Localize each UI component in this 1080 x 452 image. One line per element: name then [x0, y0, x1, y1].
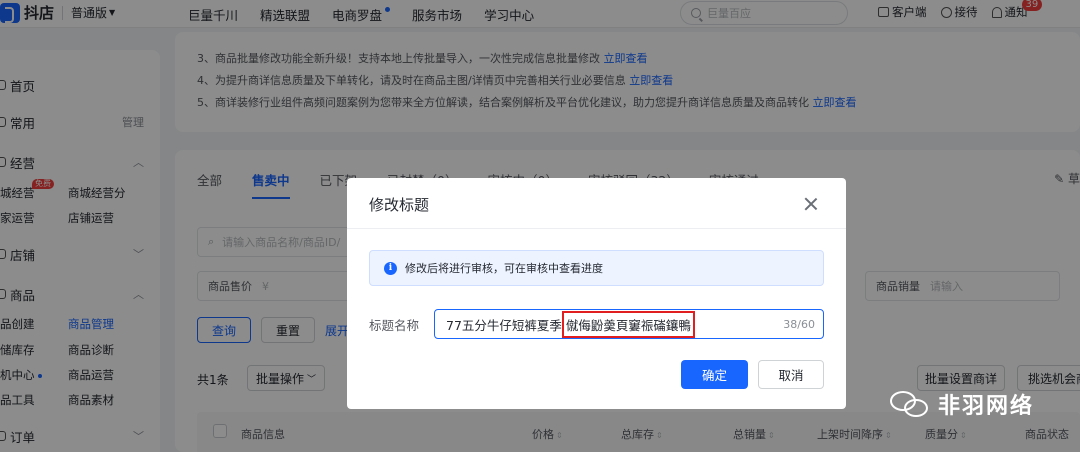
info-text: 修改后将进行审核，可在审核中查看进度	[405, 262, 603, 275]
cancel-button[interactable]: 取消	[758, 360, 824, 389]
watermark-text: 非羽网络	[938, 394, 1035, 419]
close-icon[interactable]	[803, 196, 819, 212]
edit-title-dialog: 修改标题 i 修改后将进行审核，可在审核中查看进度 标题名称 77五分牛仔短裤夏…	[347, 178, 846, 409]
confirm-button[interactable]: 确定	[681, 360, 748, 389]
info-icon: i	[384, 261, 397, 275]
info-alert: i 修改后将进行审核，可在审核中查看进度	[369, 250, 824, 286]
dialog-title: 修改标题	[369, 196, 430, 214]
char-count: 38/60	[783, 318, 815, 331]
wechat-icon	[890, 389, 930, 419]
title-text-highlighted: 僦侮鼢羮頁窶祳磮鑲鴨	[561, 310, 695, 338]
title-field-label: 标题名称	[369, 318, 420, 333]
divider	[347, 228, 846, 229]
title-text-plain: 77五分牛仔短裤夏季	[446, 317, 562, 333]
title-input[interactable]: 77五分牛仔短裤夏季 僦侮鼢羮頁窶祳磮鑲鴨 38/60	[434, 309, 824, 339]
watermark: 非羽网络	[890, 388, 1034, 420]
